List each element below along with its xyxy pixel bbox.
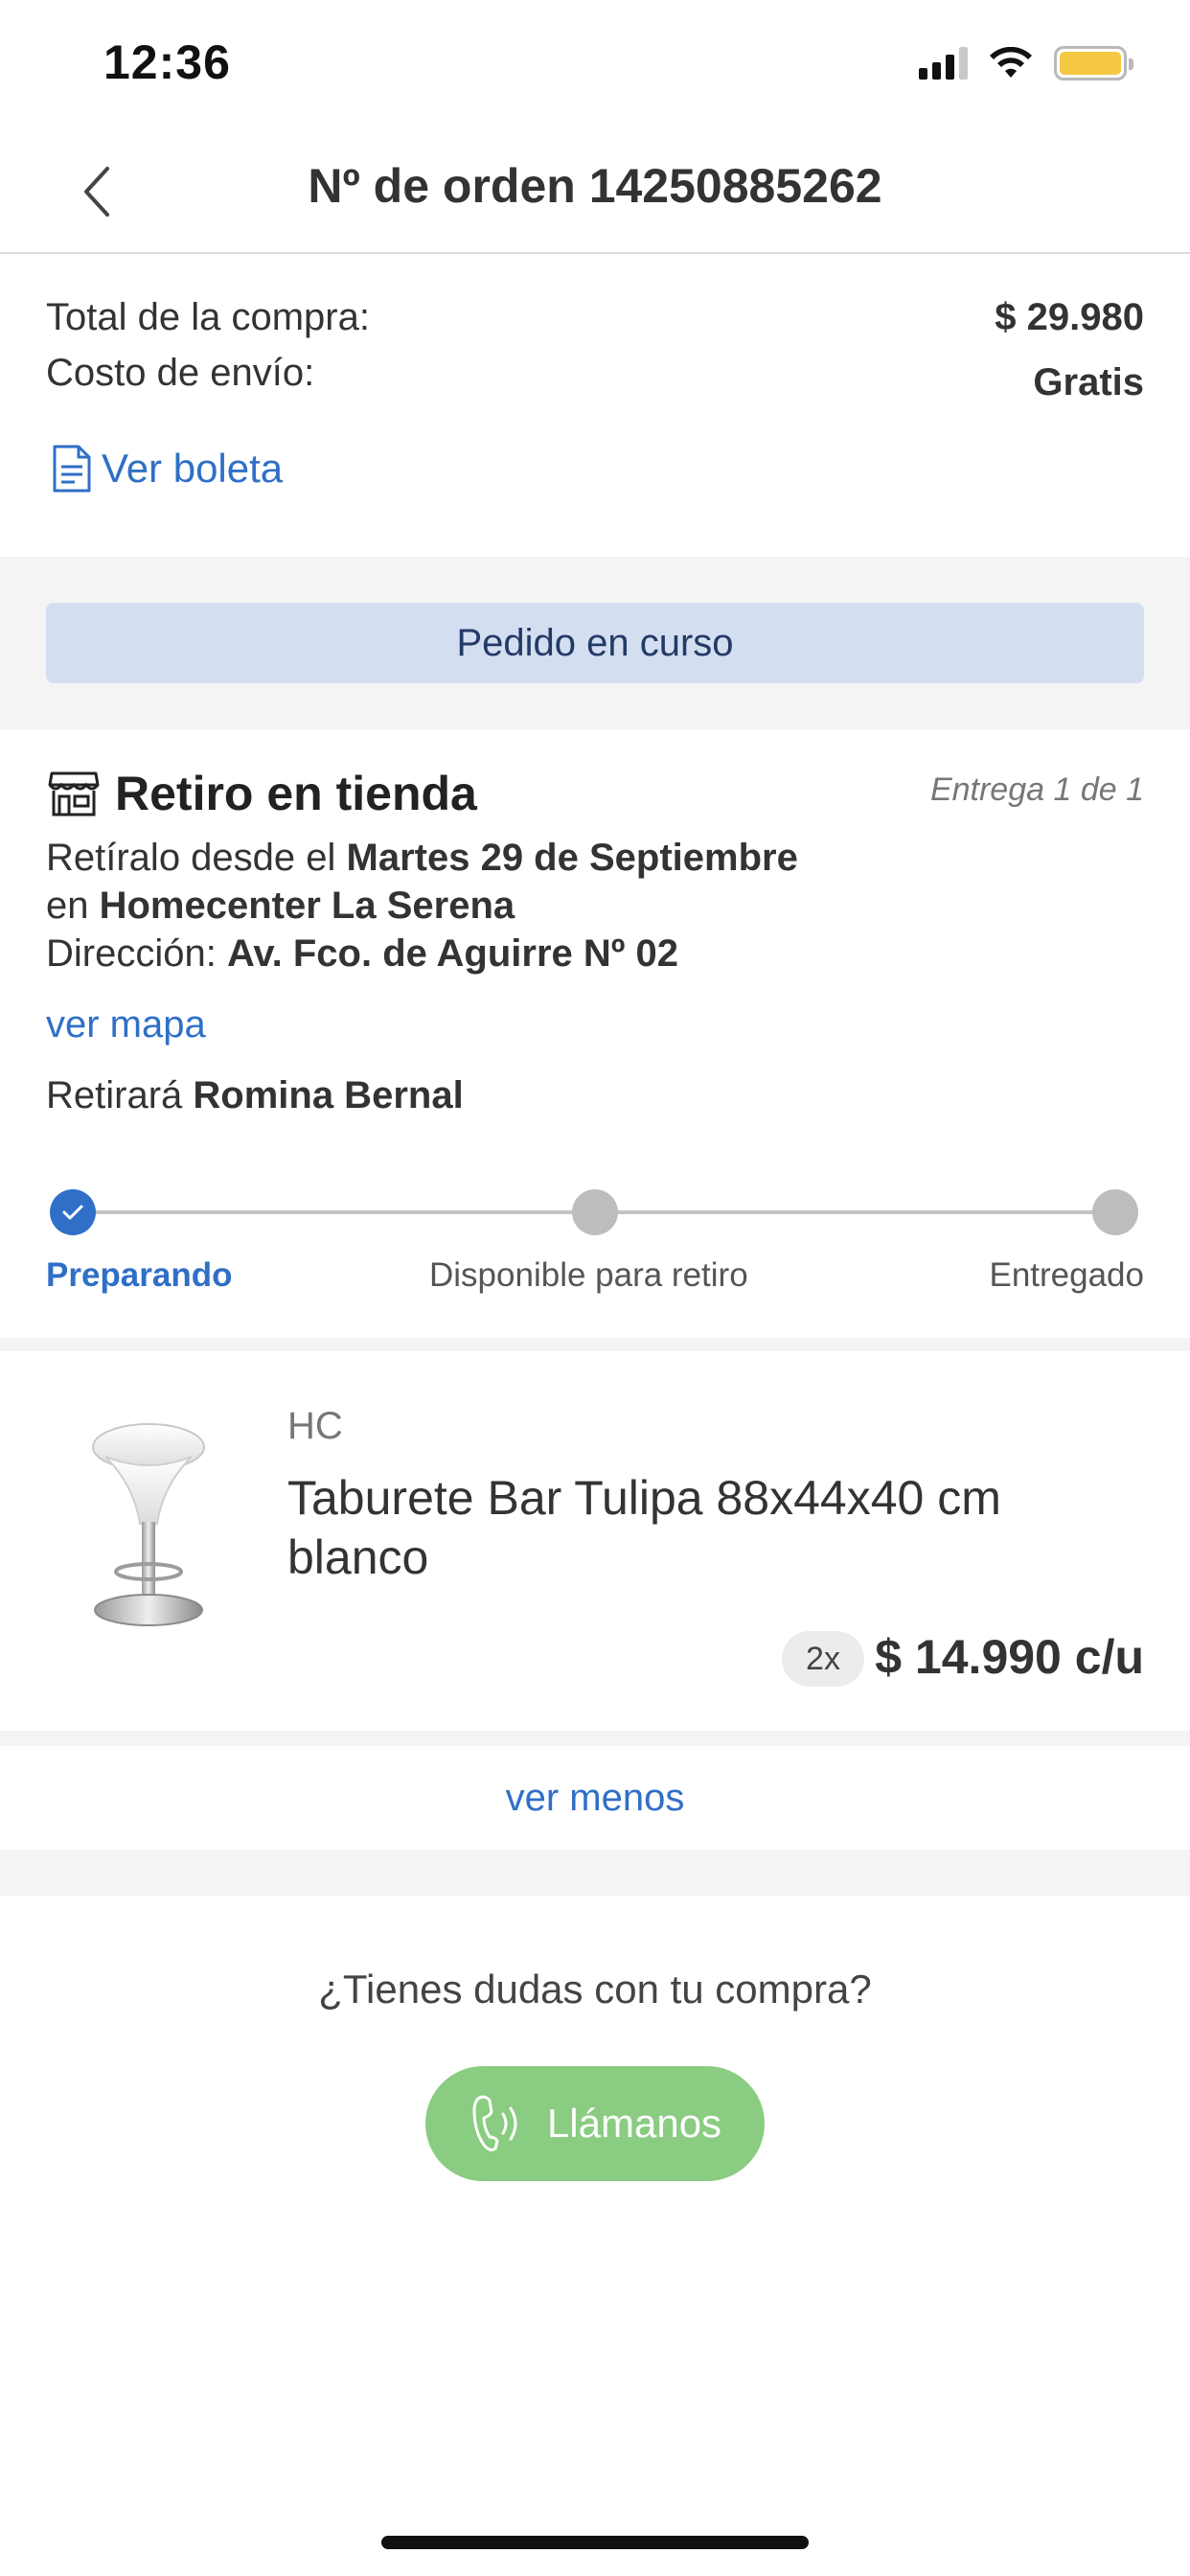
pickup-date-line: Retíralo desde el Martes 29 de Septiembr… (46, 837, 798, 880)
total-value: $ 29.980 (995, 296, 1144, 338)
call-us-button[interactable]: Llámanos (425, 2066, 765, 2181)
pickup-header: Retiro en tienda (48, 766, 477, 821)
pickup-title: Retiro en tienda (115, 767, 477, 820)
progress-step-label-preparing: Preparando (46, 1256, 233, 1294)
delivery-count: Entrega 1 de 1 (929, 771, 1144, 808)
wifi-icon (990, 47, 1032, 78)
shipping-value: Gratis (1033, 361, 1144, 403)
pickup-address-prefix: Dirección: (46, 932, 227, 975)
order-status-band: Pedido en curso (0, 557, 1190, 729)
shipping-label: Costo de envío: (46, 352, 315, 394)
unit-price: $ 14.990 c/u (875, 1630, 1144, 1684)
show-less-link[interactable]: ver menos (0, 1746, 1190, 1850)
picker-line: Retirará Romina Bernal (46, 1074, 464, 1117)
status-icons (919, 46, 1133, 80)
product-item: HC Taburete Bar Tulipa 88x44x40 cm blanc… (0, 1351, 1190, 1731)
order-summary: Total de la compra: $ 29.980 Costo de en… (0, 256, 1190, 557)
view-map-link[interactable]: ver mapa (46, 1003, 206, 1046)
picker-name: Romina Bernal (193, 1074, 464, 1116)
product-brand: HC (287, 1405, 343, 1447)
pickup-date-prefix: Retíralo desde el (46, 837, 347, 879)
home-indicator[interactable] (381, 2536, 809, 2549)
section-divider (0, 1850, 1190, 1896)
progress-step-dot-available (572, 1189, 618, 1235)
pickup-date: Martes 29 de Septiembre (346, 837, 798, 879)
checkmark-icon (62, 1205, 83, 1220)
pickup-section: Retiro en tienda Entrega 1 de 1 Retíralo… (0, 729, 1190, 1339)
total-label: Total de la compra: (46, 296, 370, 338)
section-divider (0, 1731, 1190, 1746)
progress-step-dot-preparing (50, 1189, 96, 1235)
pickup-address: Av. Fco. de Aguirre Nº 02 (226, 932, 678, 975)
status-time: 12:36 (103, 35, 231, 89)
pickup-store-prefix: en (46, 885, 100, 927)
pickup-store: Homecenter La Serena (99, 885, 515, 927)
view-receipt-link[interactable]: Ver boleta (52, 444, 283, 494)
picker-prefix: Retirará (46, 1074, 194, 1116)
page-title: Nº de orden 14250885262 (308, 159, 882, 213)
view-receipt-label: Ver boleta (102, 446, 284, 491)
section-divider (0, 1338, 1190, 1351)
phone-call-icon (472, 2095, 517, 2151)
progress-step-label-delivered: Entregado (989, 1256, 1144, 1294)
progress-step-label-available: Disponible para retiro (429, 1256, 748, 1294)
quantity-badge: 2x (782, 1631, 864, 1687)
order-progress: Preparando Disponible para retiro Entreg… (0, 1176, 1190, 1310)
status-bar: 12:36 (0, 0, 1190, 129)
battery-icon (1054, 46, 1133, 80)
store-icon (48, 771, 100, 816)
nav-bar: Nº de orden 14250885262 (0, 129, 1190, 254)
pickup-store-line: en Homecenter La Serena (46, 885, 515, 928)
product-name: Taburete Bar Tulipa 88x44x40 cm blanco (287, 1471, 1001, 1584)
help-question: ¿Tienes dudas con tu compra? (318, 1966, 872, 2012)
pickup-address-line: Dirección: Av. Fco. de Aguirre Nº 02 (46, 932, 678, 976)
call-us-label: Llámanos (546, 2101, 722, 2146)
progress-step-dot-delivered (1092, 1189, 1138, 1235)
document-icon (53, 445, 91, 493)
product-image (92, 1423, 205, 1626)
order-status-badge: Pedido en curso (46, 603, 1144, 683)
cellular-signal-icon (919, 47, 968, 80)
